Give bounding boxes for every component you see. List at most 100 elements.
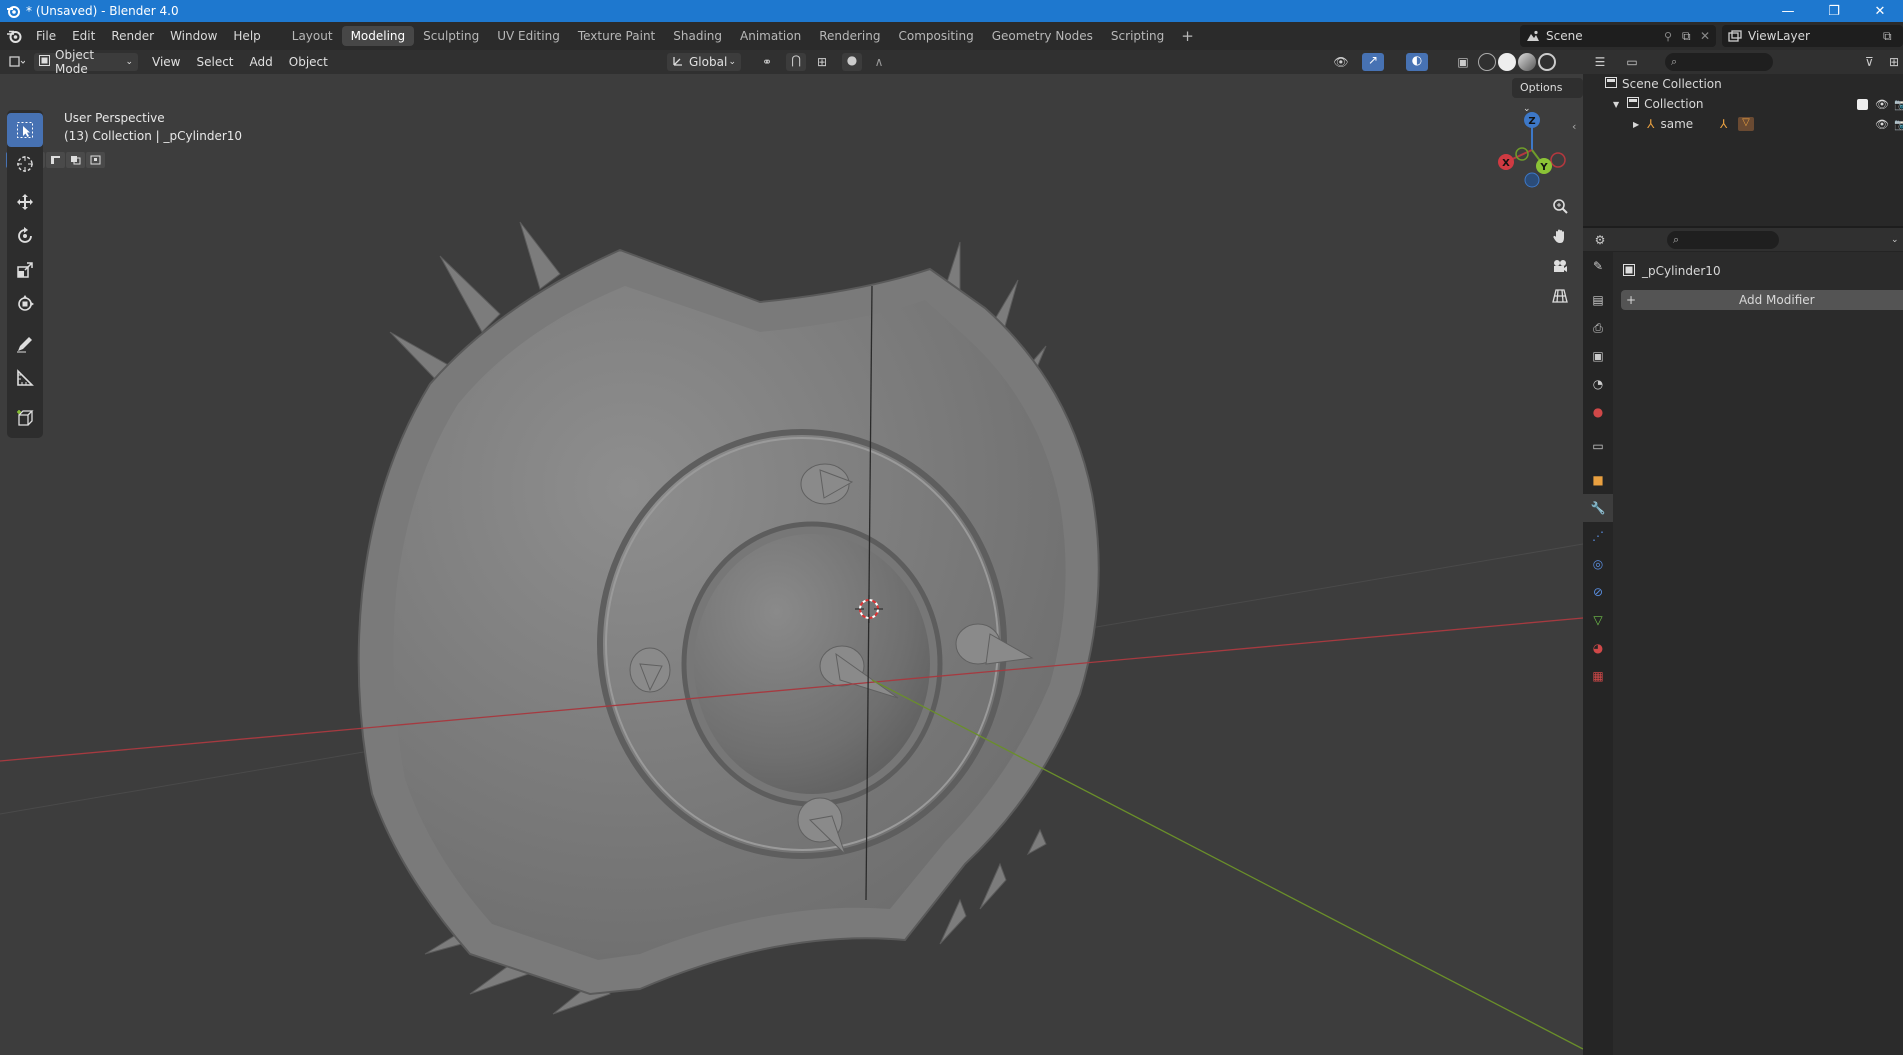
modifier-icon[interactable]: 🔧 <box>1583 494 1613 522</box>
menu-edit[interactable]: Edit <box>64 22 103 50</box>
annotate-icon[interactable] <box>7 327 43 361</box>
pan-hand-icon[interactable] <box>1546 222 1574 250</box>
visibility-icon[interactable]: 👁 <box>1326 55 1356 69</box>
tab-modeling[interactable]: Modeling <box>341 26 415 46</box>
xray-icon[interactable]: ▣ <box>1452 55 1474 69</box>
view-layer-icon[interactable]: ▣ <box>1583 342 1613 370</box>
tab-shading[interactable]: Shading <box>664 26 731 46</box>
select-box-icon[interactable] <box>7 113 43 147</box>
tab-compositing[interactable]: Compositing <box>889 26 982 46</box>
tab-layout[interactable]: Layout <box>283 26 342 46</box>
view-layer-selector[interactable]: ViewLayer ⧉ <box>1722 25 1903 47</box>
properties-search-input[interactable]: ⌕ <box>1667 230 1779 249</box>
transform-icon[interactable] <box>7 287 43 321</box>
outliner-search-input[interactable]: ⌕ <box>1665 53 1773 71</box>
view-menu[interactable]: View <box>144 55 188 69</box>
object-menu[interactable]: Object <box>281 55 336 69</box>
snap-target-icon[interactable]: ⊞ <box>808 55 836 69</box>
output-icon[interactable]: ⎙ <box>1583 314 1613 342</box>
world-icon[interactable]: ● <box>1583 398 1613 426</box>
render-icon[interactable]: ▤ <box>1583 286 1613 314</box>
solid-shading-icon[interactable] <box>1498 53 1516 71</box>
chevron-down-icon[interactable]: ⌄ <box>1891 235 1903 245</box>
physics-icon[interactable]: ◎ <box>1583 550 1613 578</box>
cursor-icon[interactable] <box>7 147 43 181</box>
outliner-editor-icon[interactable]: ☰ <box>1583 55 1617 69</box>
menu-file[interactable]: File <box>28 22 64 50</box>
zoom-icon[interactable] <box>1546 192 1574 220</box>
camera-icon[interactable]: 📷 <box>1894 98 1903 111</box>
outliner-collection[interactable]: ▼ Collection 👁 📷 <box>1583 94 1903 114</box>
display-mode-icon[interactable]: ▭ <box>1617 55 1647 69</box>
move-icon[interactable] <box>7 185 43 219</box>
add-modifier-button[interactable]: + Add Modifier <box>1621 290 1903 310</box>
eye-icon[interactable]: 👁 <box>1875 118 1889 131</box>
include-checkbox[interactable] <box>1857 98 1868 110</box>
particles-icon[interactable]: ⋰ <box>1583 522 1613 550</box>
close-button[interactable]: ✕ <box>1857 0 1903 22</box>
overlay-toggle-icon[interactable]: ◐ <box>1406 53 1428 71</box>
wireframe-shading-icon[interactable] <box>1478 53 1496 71</box>
menu-render[interactable]: Render <box>103 22 162 50</box>
3d-viewport[interactable]: User Perspective (13) Collection | _pCyl… <box>0 74 1583 1055</box>
menu-window[interactable]: Window <box>162 22 225 50</box>
texture-icon[interactable]: ▦ <box>1583 662 1613 690</box>
select-intersect-icon[interactable] <box>86 152 105 168</box>
gizmo-toggle-icon[interactable]: ↗ <box>1362 53 1384 71</box>
new-collection-icon[interactable]: ⊞ <box>1889 55 1903 69</box>
tab-scripting[interactable]: Scripting <box>1102 26 1173 46</box>
add-cube-icon[interactable] <box>7 401 43 435</box>
transform-orientation-dropdown[interactable]: Global ⌄ <box>667 53 741 71</box>
navigation-gizmo[interactable]: Z X Y <box>1492 110 1572 190</box>
select-invert-icon[interactable] <box>66 152 85 168</box>
tab-animation[interactable]: Animation <box>731 26 810 46</box>
pin-icon[interactable]: ⚲ <box>1664 30 1682 43</box>
disclosure-closed-icon[interactable]: ▶ <box>1633 120 1639 129</box>
scene-icon[interactable]: ◔ <box>1583 370 1613 398</box>
scene-selector[interactable]: Scene ⚲ ⧉ ✕ <box>1520 25 1716 47</box>
tab-uv-editing[interactable]: UV Editing <box>488 26 569 46</box>
measure-icon[interactable] <box>7 361 43 395</box>
options-dropdown[interactable]: Options ⌄ <box>1512 78 1583 114</box>
tab-sculpting[interactable]: Sculpting <box>414 26 488 46</box>
material-icon[interactable]: ◕ <box>1583 634 1613 662</box>
constraints-icon[interactable]: ⊘ <box>1583 578 1613 606</box>
collection-icon[interactable]: ▭ <box>1583 432 1613 460</box>
tool-icon[interactable]: ✎ <box>1583 252 1613 280</box>
outliner-object-row[interactable]: ▶ ⅄ same ⅄ ▽ 👁 📷 <box>1583 114 1903 134</box>
select-menu[interactable]: Select <box>188 55 241 69</box>
data-icon[interactable]: ▽ <box>1583 606 1613 634</box>
camera-icon[interactable]: 📷 <box>1894 118 1903 131</box>
disclosure-open-icon[interactable]: ▼ <box>1613 100 1619 109</box>
pivot-point-icon[interactable]: ⚭ <box>752 55 782 69</box>
mode-dropdown[interactable]: Object Mode ⌄ <box>34 48 138 76</box>
tab-rendering[interactable]: Rendering <box>810 26 889 46</box>
camera-view-icon[interactable] <box>1546 252 1574 280</box>
filter-icon[interactable]: ⊽ <box>1865 55 1889 69</box>
scale-icon[interactable] <box>7 253 43 287</box>
rendered-shading-icon[interactable] <box>1538 53 1556 71</box>
select-subtract-icon[interactable] <box>46 152 65 168</box>
collapse-arrow-icon[interactable]: ‹ <box>1572 120 1576 133</box>
add-menu[interactable]: Add <box>242 55 281 69</box>
add-workspace-button[interactable]: + <box>1173 27 1202 45</box>
tab-texture-paint[interactable]: Texture Paint <box>569 26 664 46</box>
rotate-icon[interactable] <box>7 219 43 253</box>
delete-scene-icon[interactable]: ✕ <box>1700 29 1716 43</box>
snap-icon[interactable]: ⋂ <box>786 53 806 71</box>
menu-help[interactable]: Help <box>225 22 268 50</box>
maximize-button[interactable]: ❐ <box>1811 0 1857 22</box>
blender-menu-icon[interactable] <box>0 22 28 50</box>
new-view-layer-icon[interactable]: ⧉ <box>1883 29 1903 44</box>
object-icon[interactable]: ■ <box>1583 466 1613 494</box>
outliner-scene-collection[interactable]: Scene Collection <box>1583 74 1903 94</box>
perspective-toggle-icon[interactable] <box>1546 282 1574 310</box>
new-scene-icon[interactable]: ⧉ <box>1682 29 1700 44</box>
material-shading-icon[interactable] <box>1518 53 1536 71</box>
tab-geometry-nodes[interactable]: Geometry Nodes <box>983 26 1102 46</box>
minimize-button[interactable]: — <box>1765 0 1811 22</box>
editor-type-icon[interactable] <box>0 56 34 68</box>
properties-editor-icon[interactable]: ⚙ <box>1583 233 1617 247</box>
proportional-edit-icon[interactable]: ● <box>842 53 862 71</box>
falloff-icon[interactable]: ∧ <box>866 55 892 69</box>
